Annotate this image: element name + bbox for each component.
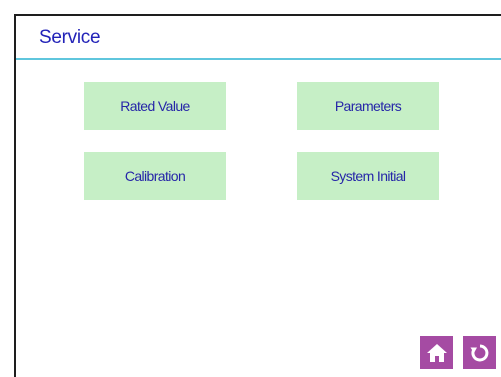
service-screen: Service Rated Value Parameters Calibrati… bbox=[14, 14, 501, 377]
home-button[interactable] bbox=[420, 336, 453, 369]
calibration-button[interactable]: Calibration bbox=[84, 152, 226, 200]
system-initial-button[interactable]: System Initial bbox=[297, 152, 439, 200]
parameters-button[interactable]: Parameters bbox=[297, 82, 439, 130]
home-icon bbox=[426, 343, 447, 362]
page-title: Service bbox=[39, 27, 101, 48]
refresh-icon bbox=[470, 344, 488, 361]
refresh-button[interactable] bbox=[463, 336, 496, 369]
title-bar: Service bbox=[16, 16, 501, 60]
rated-value-button[interactable]: Rated Value bbox=[84, 82, 226, 130]
